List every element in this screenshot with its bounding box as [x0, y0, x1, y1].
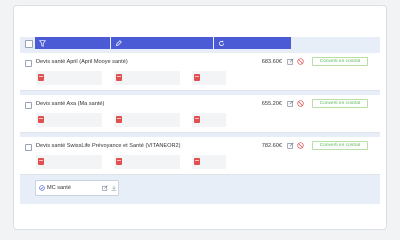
convert-to-contract-button[interactable]: Converti en contrat: [312, 99, 368, 108]
pdf-icon: [194, 158, 200, 165]
refresh-button[interactable]: [214, 37, 291, 49]
edit-icon[interactable]: [287, 142, 294, 149]
cancel-icon[interactable]: [297, 58, 304, 65]
pdf-icon: [38, 74, 44, 81]
select-all-checkbox[interactable]: [25, 40, 33, 48]
quote-price: 782.60€: [261, 143, 282, 149]
row-checkbox[interactable]: [25, 102, 32, 109]
pdf-document[interactable]: [114, 71, 180, 85]
pdf-document[interactable]: [36, 71, 102, 85]
convert-to-contract-button[interactable]: Converti en contrat: [312, 57, 368, 66]
pdf-icon: [194, 74, 200, 81]
filter-icon: [39, 39, 46, 47]
quote-row: Devis santé SwissLife Prévoyance et Sant…: [20, 137, 380, 175]
edit-icon[interactable]: [287, 100, 294, 107]
cancel-icon[interactable]: [297, 100, 304, 107]
pdf-document[interactable]: [36, 155, 102, 169]
pdf-icon: [116, 116, 122, 123]
quote-price: 655.20€: [261, 101, 282, 107]
cancel-icon[interactable]: [297, 142, 304, 149]
download-icon[interactable]: [111, 185, 117, 191]
edit-icon[interactable]: [287, 58, 294, 65]
filter-button[interactable]: [35, 37, 110, 49]
pencil-icon: [115, 39, 122, 46]
row-checkbox[interactable]: [25, 60, 32, 67]
file-label: MC santé: [47, 185, 71, 191]
quote-title: Devis santé Axa (Ma santé): [36, 101, 105, 107]
quote-row: Devis santé April (April Mooye santé) 68…: [20, 53, 380, 91]
pdf-document[interactable]: [114, 113, 180, 127]
refresh-icon: [219, 40, 224, 46]
pdf-icon: [38, 158, 44, 165]
edit-icon[interactable]: [102, 185, 108, 191]
pdf-icon: [38, 116, 44, 123]
row-checkbox[interactable]: [25, 144, 32, 151]
pdf-icon: [194, 116, 200, 123]
quotes-panel: Devis santé April (April Mooye santé) 68…: [20, 37, 380, 204]
quote-price: 683.60€: [261, 59, 282, 65]
pdf-icon: [116, 74, 122, 81]
edit-button[interactable]: [111, 37, 213, 49]
quote-row: Devis santé Axa (Ma santé) 655.20€ Conve…: [20, 95, 380, 133]
pdf-document[interactable]: [114, 155, 180, 169]
attached-file[interactable]: MC santé: [35, 180, 119, 196]
pdf-icon: [116, 158, 122, 165]
pdf-document[interactable]: [192, 155, 226, 169]
convert-to-contract-button[interactable]: Converti en contrat: [312, 141, 368, 150]
pdf-document[interactable]: [192, 71, 226, 85]
quote-title: Devis santé April (April Mooye santé): [36, 59, 128, 65]
pdf-document[interactable]: [36, 113, 102, 127]
quote-title: Devis santé SwissLife Prévoyance et Sant…: [36, 143, 181, 149]
pdf-document[interactable]: [192, 113, 226, 127]
check-circle-icon: [39, 185, 45, 191]
toolbar: [20, 37, 380, 49]
